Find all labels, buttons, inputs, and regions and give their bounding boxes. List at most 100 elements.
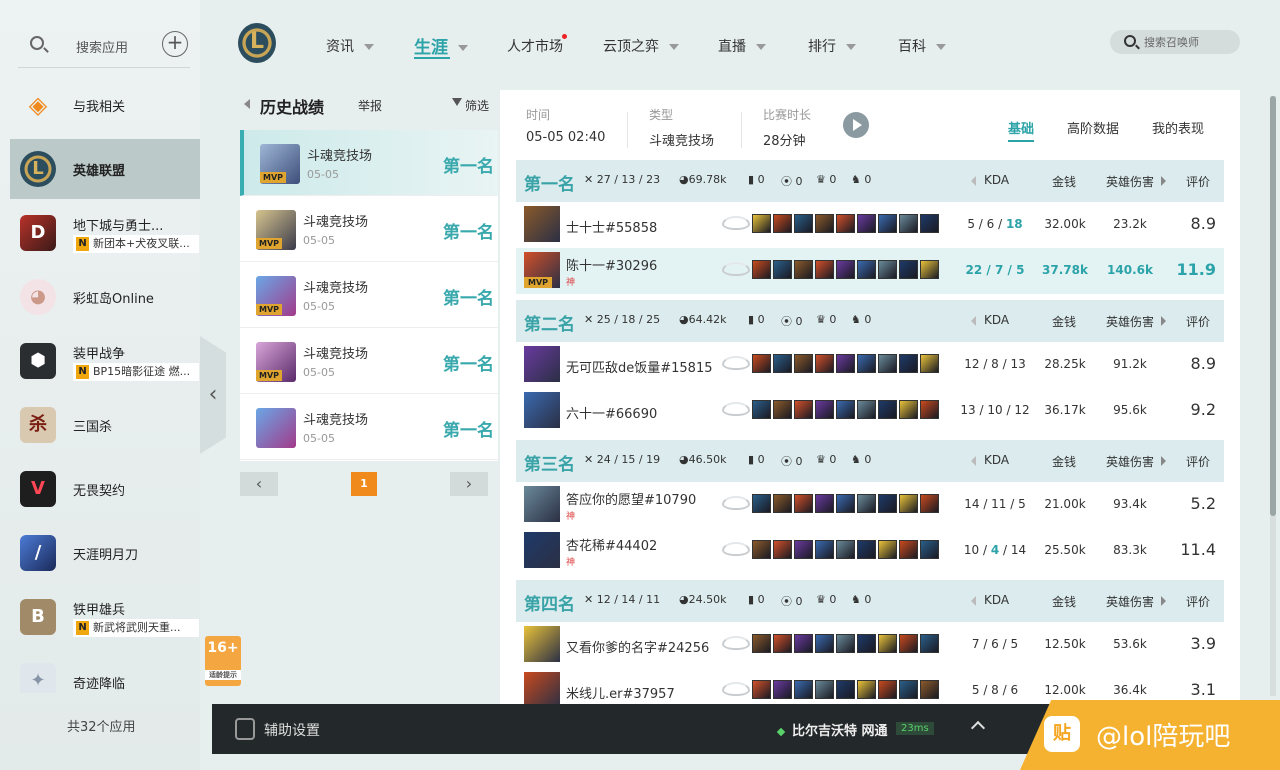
item-build bbox=[752, 634, 941, 655]
item-icon bbox=[815, 260, 834, 279]
team-kda-value: 27 / 13 / 23 bbox=[596, 173, 661, 186]
nav-talent-market[interactable]: 人才市场 bbox=[507, 34, 567, 56]
chevron-left-icon[interactable] bbox=[971, 596, 976, 606]
chevron-right-icon[interactable] bbox=[1161, 596, 1166, 606]
player-row[interactable]: 答应你的愿望#10790 神 14 / 11 / 5 21.00k 93.4k … bbox=[516, 482, 1224, 528]
team-gold-value: 64.42k bbox=[688, 313, 727, 326]
player-name[interactable]: 杏花稀#44402 bbox=[566, 535, 657, 554]
player-name[interactable]: 六十一#66690 bbox=[566, 403, 657, 422]
rainbow-island-icon: ◕ bbox=[20, 279, 56, 315]
kda-deaths: 6 bbox=[986, 217, 995, 231]
player-damage: 23.2k bbox=[1113, 217, 1147, 231]
chevron-right-icon[interactable] bbox=[1161, 176, 1166, 186]
sidebar-item-rainbow[interactable]: ◕ 彩虹岛Online bbox=[10, 267, 200, 327]
rank-emblem-icon bbox=[722, 402, 750, 416]
replay-play-icon[interactable] bbox=[843, 112, 869, 138]
player-row[interactable]: 六十一#66690 13 / 10 / 12 36.17k 95.6k 9.2 bbox=[516, 388, 1224, 434]
player-gold: 12.00k bbox=[1044, 683, 1086, 697]
summoner-search-input[interactable]: 搜索召唤师 bbox=[1110, 30, 1240, 54]
player-name[interactable]: 米线儿.er#37957 bbox=[566, 683, 675, 702]
kda-assists: 5 bbox=[1018, 497, 1026, 511]
collapse-sidebar-button[interactable]: ‹ bbox=[200, 336, 226, 454]
player-row[interactable]: 杏花稀#44402 神 10 / 4 / 14 25.50k 83.3k 11.… bbox=[516, 528, 1224, 574]
add-app-icon[interactable]: + bbox=[162, 31, 188, 57]
team-wards-value: 0 bbox=[757, 453, 765, 466]
nav-career[interactable]: 生涯 bbox=[414, 33, 468, 59]
sidebar-item-moonblade[interactable]: / 天涯明月刀 bbox=[10, 523, 200, 583]
app-search[interactable]: 搜索应用 + bbox=[18, 20, 190, 68]
player-badges: 神 bbox=[566, 278, 578, 288]
sidebar-item-iron-hero[interactable]: B 铁甲雄兵 新武将武则天重... bbox=[10, 587, 200, 647]
tab-advanced[interactable]: 高阶数据 bbox=[1067, 118, 1119, 137]
match-date: 05-05 bbox=[303, 366, 335, 379]
match-item[interactable]: 斗魂竞技场 05-05 第一名 bbox=[240, 394, 498, 460]
next-page-button[interactable]: › bbox=[450, 472, 488, 496]
chevron-up-icon[interactable] bbox=[970, 720, 986, 736]
player-name[interactable]: 答应你的愿望#10790 bbox=[566, 489, 696, 508]
player-badges: 神 bbox=[566, 558, 578, 568]
sidebar-item-armored[interactable]: ⬢ 装甲战争 BP15暗影征途 燃... bbox=[10, 331, 200, 391]
player-name[interactable]: 士十士#55858 bbox=[566, 217, 657, 236]
chevron-left-icon[interactable] bbox=[971, 176, 976, 186]
nav-ranking[interactable]: 排行 bbox=[808, 36, 856, 56]
page-number[interactable]: 1 bbox=[351, 472, 377, 496]
item-icon bbox=[752, 494, 771, 513]
chevron-right-icon[interactable] bbox=[1161, 456, 1166, 466]
player-row[interactable]: 无可匹敌de饭量#15815 12 / 8 / 13 28.25k 91.2k … bbox=[516, 342, 1224, 388]
item-build bbox=[752, 540, 941, 561]
app-count: 共32个应用 bbox=[67, 720, 136, 735]
kda-assists: 5 bbox=[1010, 637, 1019, 651]
assist-settings-button[interactable]: 辅助设置 bbox=[264, 720, 320, 740]
prev-page-button[interactable]: ‹ bbox=[240, 472, 278, 496]
player-name[interactable]: 无可匹敌de饭量#15815 bbox=[566, 357, 713, 376]
nav-news[interactable]: 资讯 bbox=[326, 36, 374, 56]
settings-hex-icon[interactable] bbox=[235, 718, 255, 740]
nav-wiki[interactable]: 百科 bbox=[898, 36, 946, 56]
sidebar-item-related[interactable]: ◈ 与我相关 bbox=[10, 75, 200, 135]
chevron-left-icon[interactable] bbox=[971, 316, 976, 326]
sidebar-item-news[interactable]: 新武将武则天重... bbox=[73, 619, 199, 637]
player-row[interactable]: MVP 陈十一#30296 神 22 / 7 / 5 37.78k 140.6k… bbox=[516, 248, 1224, 294]
player-name[interactable]: 又看你爹的名字#24256 bbox=[566, 637, 709, 656]
match-item[interactable]: MVP 斗魂竞技场 05-05 第一名 bbox=[240, 130, 498, 196]
chevron-right-icon[interactable] bbox=[1161, 316, 1166, 326]
tab-basic[interactable]: 基础 bbox=[1008, 118, 1035, 142]
match-item[interactable]: MVP 斗魂竞技场 05-05 第一名 bbox=[240, 262, 498, 328]
sidebar-item-dnf[interactable]: D 地下城与勇士... 新团本+犬夜叉联... bbox=[10, 203, 200, 263]
player-gold: 36.17k bbox=[1044, 403, 1086, 417]
sidebar-item-news[interactable]: BP15暗影征途 燃... bbox=[73, 363, 199, 381]
sidebar-item-lol[interactable]: L 英雄联盟 bbox=[10, 139, 200, 199]
item-icon bbox=[857, 634, 876, 653]
item-icon bbox=[899, 260, 918, 279]
kda-deaths: 8 bbox=[991, 357, 999, 371]
chevron-left-icon[interactable] bbox=[971, 456, 976, 466]
player-kda: 22 / 7 / 5 bbox=[965, 263, 1025, 277]
team-dragons: ♛ 0 bbox=[816, 173, 837, 186]
sidebar-item-valorant[interactable]: V 无畏契约 bbox=[10, 459, 200, 519]
lol-logo[interactable]: L bbox=[238, 23, 276, 63]
kda-kills: 14 bbox=[964, 497, 980, 511]
report-button[interactable]: 举报 bbox=[358, 97, 382, 114]
sidebar-item-miracle[interactable]: ✦ 奇迹降临 bbox=[10, 651, 200, 693]
player-row[interactable]: 又看你爹的名字#24256 7 / 6 / 5 12.50k 53.6k 3.9 bbox=[516, 622, 1224, 668]
sidebar-item-sanguosha[interactable]: 杀 三国杀 bbox=[10, 395, 200, 455]
col-damage: 英雄伤害 bbox=[1106, 315, 1155, 329]
tab-my-performance[interactable]: 我的表现 bbox=[1152, 118, 1204, 137]
player-row[interactable]: 士十士#55858 5 / 6 / 18 32.00k 23.2k 8.9 bbox=[516, 202, 1224, 248]
match-item[interactable]: MVP 斗魂竞技场 05-05 第一名 bbox=[240, 196, 498, 262]
sidebar-item-label: 与我相关 bbox=[73, 100, 126, 115]
item-icon bbox=[836, 354, 855, 373]
match-item[interactable]: MVP 斗魂竞技场 05-05 第一名 bbox=[240, 328, 498, 394]
server-name[interactable]: 比尔吉沃特 网通 bbox=[778, 720, 888, 739]
player-name[interactable]: 陈十一#30296 bbox=[566, 255, 657, 274]
sidebar-item-news[interactable]: 新团本+犬夜叉联... bbox=[73, 235, 199, 253]
nav-label: 云顶之弈 bbox=[603, 39, 659, 55]
summoner-search-placeholder: 搜索召唤师 bbox=[1144, 36, 1199, 49]
scrollbar-thumb[interactable] bbox=[1270, 96, 1276, 516]
nav-live[interactable]: 直播 bbox=[718, 36, 766, 56]
sidebar-item-label: 三国杀 bbox=[73, 420, 113, 435]
back-arrow-icon[interactable] bbox=[244, 99, 250, 109]
detail-scrollbar[interactable] bbox=[1270, 96, 1276, 696]
nav-tft[interactable]: 云顶之弈 bbox=[603, 36, 679, 56]
filter-button[interactable]: 筛选 bbox=[465, 97, 489, 114]
